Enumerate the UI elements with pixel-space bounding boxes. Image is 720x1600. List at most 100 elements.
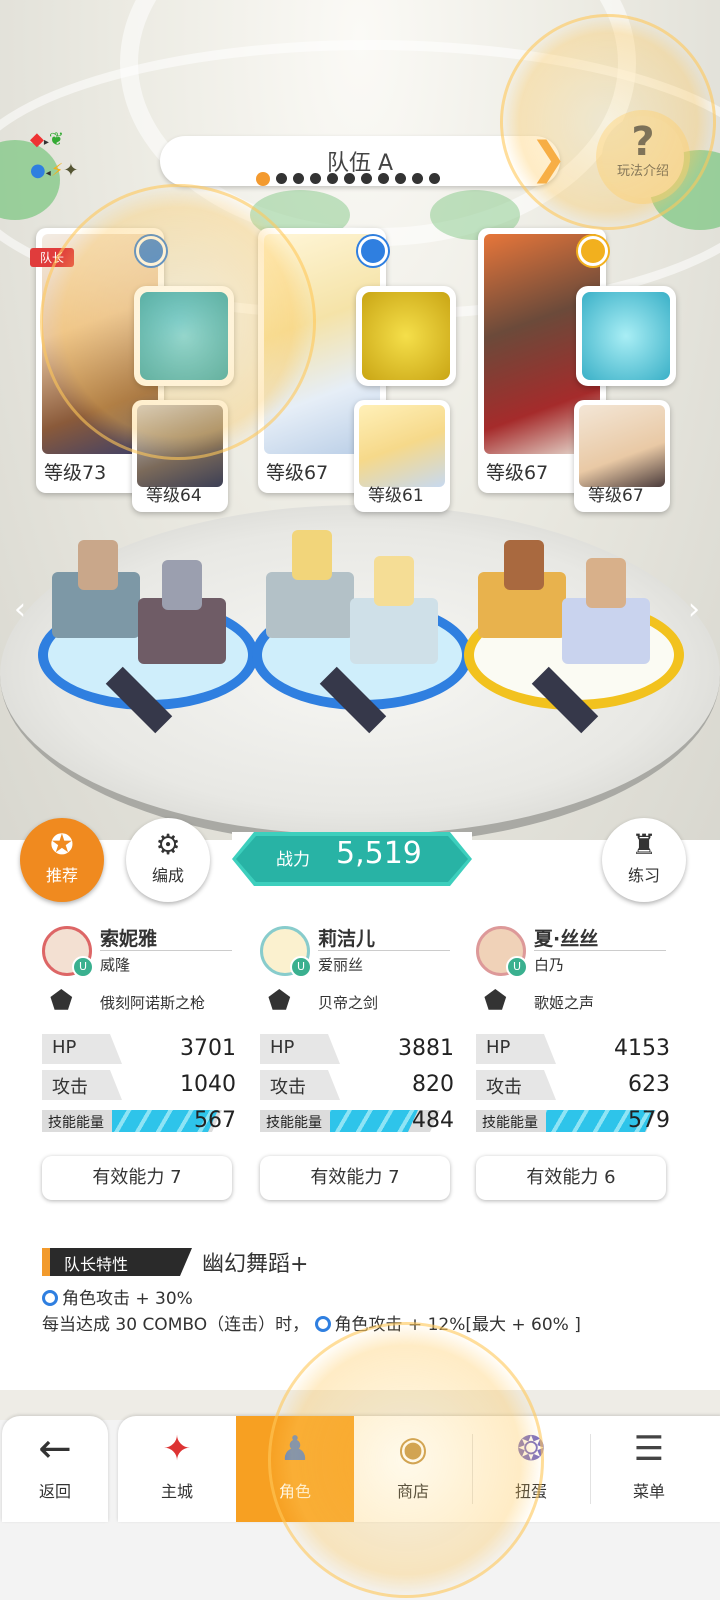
- figure-block: [350, 598, 438, 664]
- help-button[interactable]: ? 玩法介绍: [602, 116, 684, 198]
- attack-stat: 攻击 623: [476, 1070, 670, 1100]
- bottom-nav: ✦ 主城 ♟ 角色 ◉ 商店 ❂ 扭蛋 ☰ 菜单: [118, 1416, 720, 1522]
- attack-stat: 攻击 820: [260, 1070, 454, 1100]
- nav-item-character[interactable]: ♟ 角色: [236, 1416, 354, 1522]
- hp-stat: HP 3701: [42, 1034, 236, 1064]
- weapon-slot-2[interactable]: [356, 286, 456, 386]
- nav-item-gacha[interactable]: ❂ 扭蛋: [472, 1416, 590, 1522]
- team-power: 战力 5,519: [232, 832, 472, 886]
- sub-character-level: 等级64: [146, 486, 202, 506]
- gacha-icon: ❂: [516, 1429, 546, 1469]
- power-value: 5,519: [336, 836, 422, 871]
- nav-item-shop[interactable]: ◉ 商店: [354, 1416, 472, 1522]
- recommend-label: 推荐: [45, 866, 78, 885]
- menu-icon: ☰: [633, 1429, 665, 1469]
- sub-character-card-1[interactable]: 等级64: [132, 400, 228, 512]
- chibi-figure: [78, 540, 118, 590]
- page-dot[interactable]: [361, 173, 372, 184]
- page-dot[interactable]: [310, 173, 321, 184]
- recommend-icon: ✪: [50, 828, 74, 861]
- water-element-icon: [136, 236, 166, 266]
- back-button[interactable]: ← 返回: [2, 1416, 108, 1522]
- page-dot[interactable]: [412, 173, 423, 184]
- weapon-name: 俄刻阿诺斯之枪: [100, 994, 206, 1012]
- arrow-left-icon: ←: [38, 1426, 72, 1472]
- water-element-icon: [42, 1290, 58, 1306]
- character-name: 夏·丝丝: [534, 928, 599, 950]
- spear-icon: [140, 292, 228, 380]
- unit-badge: U: [72, 956, 94, 978]
- weapon-slot-3[interactable]: [576, 286, 676, 386]
- sub-character-portrait: [579, 405, 665, 487]
- unit-badge: U: [506, 956, 528, 978]
- help-label: 玩法介绍: [616, 164, 669, 179]
- effective-ability-button[interactable]: 有效能力 6: [476, 1156, 666, 1200]
- page-dot[interactable]: [344, 173, 355, 184]
- sub-character-card-3[interactable]: 等级67: [574, 400, 670, 512]
- arrow-right-icon[interactable]: ›: [688, 592, 700, 627]
- power-label: 战力: [276, 850, 310, 870]
- weapon-slot-1[interactable]: [134, 286, 234, 386]
- weapon-icon: ⬟: [268, 986, 291, 1016]
- crystal-icon: [582, 292, 670, 380]
- page-dot[interactable]: [378, 173, 389, 184]
- chibi-figure: [374, 556, 414, 606]
- hp-stat: HP 4153: [476, 1034, 670, 1064]
- nav-item-menu[interactable]: ☰ 菜单: [590, 1416, 708, 1522]
- team-page-dots[interactable]: [256, 172, 440, 186]
- weapon-icon: ⬟: [50, 986, 73, 1016]
- character-icon: ♟: [279, 1429, 311, 1469]
- organize-button[interactable]: ⚙ 编成: [126, 818, 210, 902]
- sub-character-level: 等级67: [588, 486, 644, 506]
- sub-character-portrait: [359, 405, 445, 487]
- page-dot[interactable]: [395, 173, 406, 184]
- lightning-element-icon: [578, 236, 608, 266]
- arrow-left-icon[interactable]: ‹: [14, 592, 26, 627]
- character-name: 莉洁儿: [318, 928, 376, 950]
- weapon-name: 歌姬之声: [534, 994, 595, 1012]
- name-divider: [318, 950, 450, 951]
- leader-skill-line-2: 每当达成 30 COMBO（连击）时， 角色攻击 + 12%[最大 + 60% …: [42, 1315, 581, 1335]
- sub-character-name: 爱丽丝: [318, 956, 364, 974]
- skill-energy-bar: 技能能量 579: [476, 1108, 670, 1134]
- shop-icon: ◉: [398, 1429, 428, 1469]
- chibi-figure: [162, 560, 202, 610]
- weapon-icon: ⬟: [484, 986, 507, 1016]
- practice-button[interactable]: ♜ 练习: [602, 818, 686, 902]
- hp-stat: HP 3881: [260, 1034, 454, 1064]
- page-dot[interactable]: [327, 173, 338, 184]
- person-gear-icon: ⚙: [155, 828, 181, 861]
- leader-skill-name: 幽幻舞蹈+: [202, 1252, 309, 1277]
- character-level: 等级67: [266, 462, 329, 484]
- unit-badge: U: [290, 956, 312, 978]
- water-element-icon: [314, 1316, 331, 1332]
- next-team-icon[interactable]: ❯: [530, 134, 567, 184]
- back-label: 返回: [38, 1482, 71, 1501]
- sub-character-name: 威隆: [100, 956, 131, 974]
- attack-stat: 攻击 1040: [42, 1070, 236, 1100]
- practice-label: 练习: [627, 866, 660, 885]
- page-dot[interactable]: [276, 173, 287, 184]
- leader-badge: 队长: [30, 248, 75, 267]
- chibi-figure: [292, 530, 332, 580]
- recommend-button[interactable]: ✪ 推荐: [20, 818, 104, 902]
- weapon-name: 贝帝之剑: [318, 994, 379, 1012]
- sword-icon: [362, 292, 450, 380]
- character-level: 等级67: [486, 462, 549, 484]
- nav-item-home[interactable]: ✦ 主城: [118, 1416, 236, 1522]
- leader-skill-line-1: 角色攻击 + 30%: [42, 1284, 193, 1309]
- page-dot[interactable]: [429, 173, 440, 184]
- sub-character-name: 白乃: [534, 956, 565, 974]
- page-dot[interactable]: [256, 172, 270, 186]
- effective-ability-button[interactable]: 有效能力 7: [260, 1156, 450, 1200]
- element-cycle-icon[interactable]: ◆▸❦ ●◂⚡✦: [30, 126, 130, 186]
- name-divider: [100, 950, 232, 951]
- castle-icon: ✦: [162, 1429, 192, 1469]
- page-dot[interactable]: [293, 173, 304, 184]
- sub-character-level: 等级61: [368, 486, 424, 506]
- skill-energy-bar: 技能能量 484: [260, 1108, 454, 1134]
- name-divider: [534, 950, 666, 951]
- sub-character-card-2[interactable]: 等级61: [354, 400, 450, 512]
- character-level: 等级73: [44, 462, 107, 484]
- effective-ability-button[interactable]: 有效能力 7: [42, 1156, 232, 1200]
